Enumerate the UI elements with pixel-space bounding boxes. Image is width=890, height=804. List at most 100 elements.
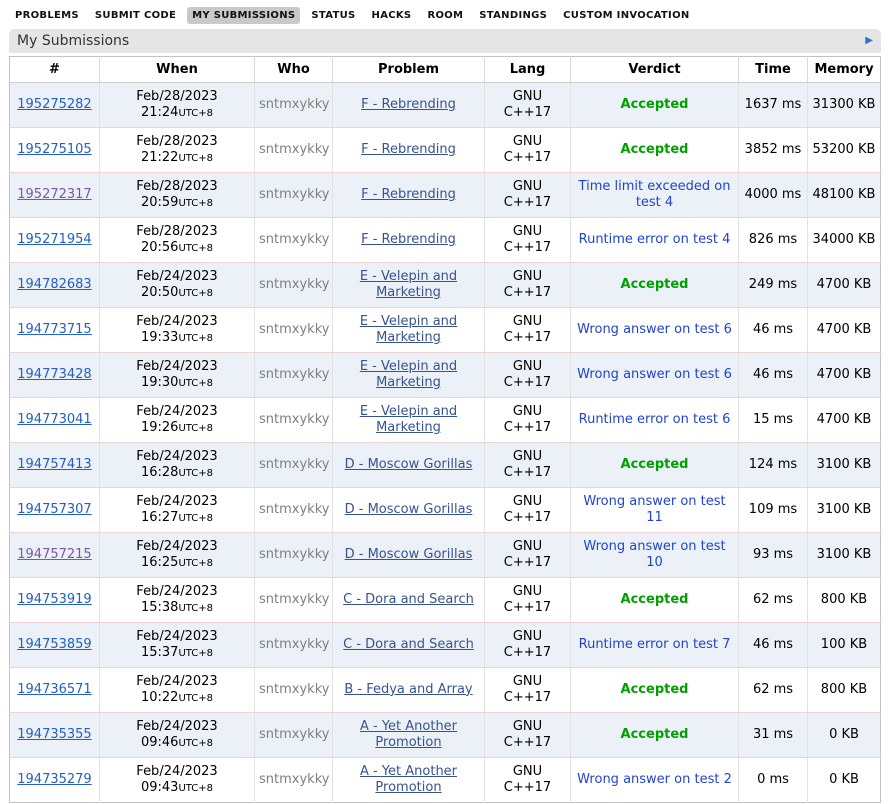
- nav-item-room[interactable]: ROOM: [422, 7, 468, 24]
- submission-id-link[interactable]: 194753859: [17, 637, 91, 652]
- lang-cell: GNU C++17: [485, 308, 571, 353]
- username-link[interactable]: sntmxykky: [259, 97, 329, 112]
- lang-label: GNU C++17: [502, 494, 554, 527]
- memory-cell: 0 KB: [808, 758, 881, 803]
- problem-link[interactable]: F - Rebrending: [361, 97, 456, 112]
- memory-cell: 4700 KB: [808, 263, 881, 308]
- problem-link[interactable]: E - Velepin and Marketing: [360, 359, 457, 390]
- problem-link[interactable]: D - Moscow Gorillas: [345, 457, 473, 472]
- submission-id-link[interactable]: 194773041: [17, 412, 91, 427]
- username-link[interactable]: sntmxykky: [259, 502, 329, 517]
- problem-link[interactable]: A - Yet Another Promotion: [360, 764, 457, 795]
- username-link[interactable]: sntmxykky: [259, 727, 329, 742]
- problem-link[interactable]: E - Velepin and Marketing: [360, 404, 457, 435]
- username-link[interactable]: sntmxykky: [259, 277, 329, 292]
- submission-id-cell: 195275105: [10, 128, 100, 173]
- nav-item-standings[interactable]: STANDINGS: [474, 7, 552, 24]
- when-date: Feb/24/2023: [104, 719, 250, 735]
- time-cell: 31 ms: [739, 713, 808, 758]
- submission-id-link[interactable]: 195275282: [17, 97, 91, 112]
- username-link[interactable]: sntmxykky: [259, 142, 329, 157]
- lang-cell: GNU C++17: [485, 173, 571, 218]
- verdict-cell: Accepted: [571, 443, 739, 488]
- verdict-cell: Runtime error on test 6: [571, 398, 739, 443]
- expand-arrow-icon[interactable]: ▶: [865, 36, 873, 46]
- submission-id-link[interactable]: 194735355: [17, 727, 91, 742]
- nav-item-custom-invocation[interactable]: CUSTOM INVOCATION: [558, 7, 694, 24]
- time-cell: 1637 ms: [739, 83, 808, 128]
- nav-item-my-submissions[interactable]: MY SUBMISSIONS: [187, 7, 300, 24]
- submission-id-link[interactable]: 194735279: [17, 772, 91, 787]
- verdict-cell: Accepted: [571, 83, 739, 128]
- when-date: Feb/24/2023: [104, 584, 250, 600]
- submission-id-link[interactable]: 194782683: [17, 277, 91, 292]
- problem-link[interactable]: F - Rebrending: [361, 187, 456, 202]
- when-cell: Feb/24/202319:30UTC+8: [100, 353, 255, 398]
- submission-id-cell: 195275282: [10, 83, 100, 128]
- username-link[interactable]: sntmxykky: [259, 232, 329, 247]
- nav-item-problems[interactable]: PROBLEMS: [10, 7, 84, 24]
- memory-cell: 34000 KB: [808, 218, 881, 263]
- when-date: Feb/24/2023: [104, 494, 250, 510]
- problem-link[interactable]: F - Rebrending: [361, 232, 456, 247]
- submission-id-link[interactable]: 194757307: [17, 502, 91, 517]
- username-link[interactable]: sntmxykky: [259, 367, 329, 382]
- problem-link[interactable]: D - Moscow Gorillas: [345, 547, 473, 562]
- lang-label: GNU C++17: [502, 539, 554, 572]
- time-cell: 109 ms: [739, 488, 808, 533]
- when-time: 16:25UTC+8: [104, 555, 250, 572]
- submission-id-link[interactable]: 194736571: [17, 682, 91, 697]
- verdict-text: Wrong answer on test 11: [583, 494, 725, 525]
- time-cell: 62 ms: [739, 668, 808, 713]
- username-link[interactable]: sntmxykky: [259, 412, 329, 427]
- submission-id-link[interactable]: 194757413: [17, 457, 91, 472]
- when-time: 19:30UTC+8: [104, 375, 250, 392]
- nav-item-hacks[interactable]: HACKS: [367, 7, 417, 24]
- submissions-table: #WhenWhoProblemLangVerdictTimeMemory 195…: [9, 56, 881, 803]
- nav-item-submit-code[interactable]: SUBMIT CODE: [90, 7, 181, 24]
- nav-item-status[interactable]: STATUS: [306, 7, 360, 24]
- column-header-who: Who: [255, 57, 333, 83]
- submission-row: 195275282Feb/28/202321:24UTC+8sntmxykkyF…: [10, 83, 881, 128]
- problem-link[interactable]: C - Dora and Search: [343, 637, 474, 652]
- memory-cell: 0 KB: [808, 713, 881, 758]
- when-timezone: UTC+8: [178, 333, 213, 344]
- username-link[interactable]: sntmxykky: [259, 322, 329, 337]
- problem-link[interactable]: C - Dora and Search: [343, 592, 474, 607]
- submission-id-link[interactable]: 195271954: [17, 232, 91, 247]
- username-link[interactable]: sntmxykky: [259, 457, 329, 472]
- verdict-text: Accepted: [621, 592, 689, 607]
- username-link[interactable]: sntmxykky: [259, 682, 329, 697]
- problem-link[interactable]: F - Rebrending: [361, 142, 456, 157]
- submission-id-link[interactable]: 194773715: [17, 322, 91, 337]
- submission-id-cell: 194773715: [10, 308, 100, 353]
- submission-id-link[interactable]: 195272317: [17, 187, 91, 202]
- username-link[interactable]: sntmxykky: [259, 772, 329, 787]
- submission-id-cell: 194735355: [10, 713, 100, 758]
- submission-id-link[interactable]: 194757215: [17, 547, 91, 562]
- lang-cell: GNU C++17: [485, 398, 571, 443]
- username-link[interactable]: sntmxykky: [259, 637, 329, 652]
- time-cell: 249 ms: [739, 263, 808, 308]
- submission-id-link[interactable]: 194773428: [17, 367, 91, 382]
- problem-cell: E - Velepin and Marketing: [333, 308, 485, 353]
- when-time: 21:22UTC+8: [104, 150, 250, 167]
- submission-id-cell: 195271954: [10, 218, 100, 263]
- when-cell: Feb/24/202316:28UTC+8: [100, 443, 255, 488]
- username-link[interactable]: sntmxykky: [259, 592, 329, 607]
- problem-link[interactable]: D - Moscow Gorillas: [345, 502, 473, 517]
- submissions-frame: My Submissions ▶ #WhenWhoProblemLangVerd…: [9, 29, 881, 803]
- problem-link[interactable]: B - Fedya and Array: [344, 682, 472, 697]
- problem-link[interactable]: E - Velepin and Marketing: [360, 314, 457, 345]
- when-date: Feb/24/2023: [104, 359, 250, 375]
- username-link[interactable]: sntmxykky: [259, 547, 329, 562]
- submission-id-link[interactable]: 194753919: [17, 592, 91, 607]
- problem-link[interactable]: E - Velepin and Marketing: [360, 269, 457, 300]
- when-cell: Feb/28/202320:59UTC+8: [100, 173, 255, 218]
- problem-link[interactable]: A - Yet Another Promotion: [360, 719, 457, 750]
- lang-label: GNU C++17: [502, 179, 554, 212]
- username-link[interactable]: sntmxykky: [259, 187, 329, 202]
- submission-id-link[interactable]: 195275105: [17, 142, 91, 157]
- verdict-cell: Wrong answer on test 11: [571, 488, 739, 533]
- lang-label: GNU C++17: [502, 269, 554, 302]
